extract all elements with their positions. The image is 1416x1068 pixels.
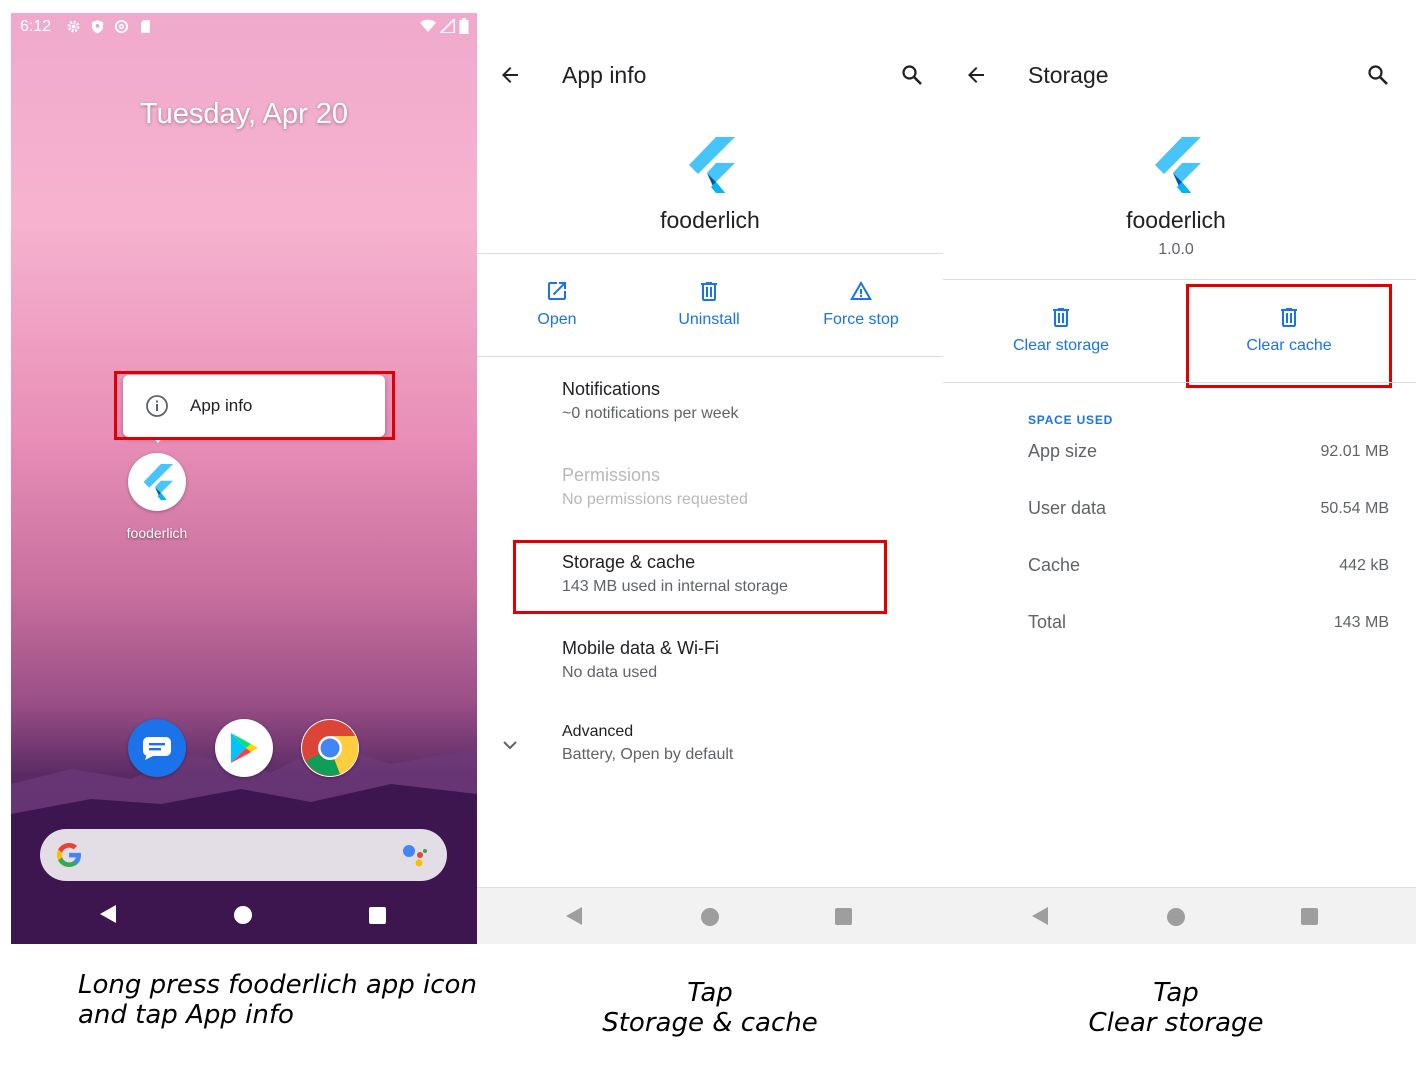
divider — [943, 279, 1416, 280]
nav-back-icon[interactable] — [566, 907, 582, 925]
wifi-icon — [420, 19, 436, 38]
caption-line: Storage & cache — [602, 1008, 818, 1038]
row-subtitle: ~0 notifications per week — [562, 405, 739, 422]
caption-app-info: Tap Storage & cache — [560, 978, 860, 1038]
trash-icon — [701, 282, 717, 301]
highlight-app-info — [114, 371, 395, 440]
row-title: Permissions — [562, 465, 661, 485]
caption-line: Tap — [1153, 978, 1199, 1008]
notifications-row[interactable]: Notifications ~0 notifications per week — [562, 379, 739, 423]
storage-row-value: 442 kB — [1339, 557, 1389, 574]
google-icon — [57, 843, 81, 867]
nav-recents-icon[interactable] — [369, 907, 386, 924]
nav-recents-icon[interactable] — [1301, 908, 1318, 925]
system-nav-bar — [477, 887, 943, 944]
row-subtitle: Battery, Open by default — [562, 746, 734, 763]
storage-row-label: Total — [1028, 612, 1067, 632]
google-search-bar[interactable] — [40, 829, 447, 881]
force-stop-button[interactable]: Force stop — [801, 279, 921, 329]
home-nav-bar — [11, 886, 477, 942]
nav-home-icon[interactable] — [701, 908, 719, 926]
storage-screen: Storage fooderlich 1.0.0 Clear storage C… — [943, 13, 1416, 944]
home-screen: 6:12 Tuesday, Apr 20 App info fooderlich — [11, 13, 477, 944]
caption-home: Long press fooderlich app icon and tap A… — [78, 970, 477, 1030]
permissions-row: Permissions No permissions requested — [562, 465, 748, 509]
shield-icon — [90, 19, 105, 34]
app-version: 1.0.0 — [1158, 241, 1194, 258]
highlight-storage-cache — [513, 540, 887, 614]
signal-icon — [438, 16, 456, 38]
back-arrow-icon[interactable] — [964, 63, 988, 87]
highlight-clear-cache — [1186, 284, 1392, 388]
mobile-data-row[interactable]: Mobile data & Wi-Fi No data used — [562, 638, 719, 682]
flutter-logo-icon — [143, 464, 174, 500]
storage-row-value: 50.54 MB — [1320, 500, 1389, 517]
play-store-icon[interactable] — [215, 719, 273, 777]
open-button[interactable]: Open — [507, 279, 607, 329]
sd-card-icon — [138, 19, 153, 34]
divider — [477, 356, 943, 357]
uninstall-label: Uninstall — [678, 311, 740, 328]
caption-line: and tap App info — [78, 1000, 294, 1030]
search-icon[interactable] — [900, 63, 924, 87]
app-name: fooderlich — [660, 207, 760, 233]
home-date: Tuesday, Apr 20 — [140, 98, 348, 130]
storage-row-label: Cache — [1028, 555, 1081, 575]
caption-line: Tap — [687, 978, 733, 1008]
divider — [477, 253, 943, 254]
flutter-logo-icon — [689, 137, 735, 193]
storage-row-value: 143 MB — [1333, 614, 1389, 631]
uninstall-button[interactable]: Uninstall — [659, 279, 759, 329]
clear-storage-label: Clear storage — [1012, 337, 1110, 354]
open-external-icon — [548, 282, 566, 300]
storage-row-label: App size — [1028, 441, 1098, 461]
caption-line: Clear storage — [1088, 1008, 1264, 1038]
caption-storage: Tap Clear storage — [1026, 978, 1326, 1038]
assistant-icon — [403, 845, 427, 867]
nav-recents-icon[interactable] — [835, 908, 852, 925]
page-title: App info — [562, 62, 647, 88]
app-info-screen: App info fooderlich Open Uninstall Force… — [477, 13, 943, 944]
force-stop-label: Force stop — [823, 311, 899, 328]
row-title: Advanced — [562, 723, 634, 740]
row-subtitle: No permissions requested — [562, 491, 748, 508]
status-time: 6:12 — [20, 18, 52, 35]
status-bar: 6:12 — [11, 13, 477, 41]
nav-back-icon[interactable] — [1032, 907, 1048, 925]
at-icon — [114, 19, 129, 34]
space-used-header: SPACE USED — [1028, 413, 1114, 427]
advanced-row[interactable]: Advanced Battery, Open by default — [562, 723, 733, 764]
open-label: Open — [537, 311, 577, 328]
caption-line: Long press fooderlich app icon — [78, 970, 477, 1000]
clear-storage-button[interactable]: Clear storage — [1001, 305, 1121, 355]
flutter-logo-icon — [1155, 137, 1201, 193]
page-title: Storage — [1028, 62, 1109, 88]
fooderlich-home-icon[interactable] — [128, 453, 186, 511]
row-subtitle: No data used — [562, 664, 658, 681]
nav-home-icon[interactable] — [1167, 908, 1185, 926]
messages-icon[interactable] — [128, 719, 186, 777]
warning-icon — [850, 281, 872, 300]
back-arrow-icon[interactable] — [498, 63, 522, 87]
nav-back-icon[interactable] — [100, 905, 116, 923]
settings-icon — [66, 19, 81, 34]
trash-icon — [1053, 308, 1069, 327]
row-title: Mobile data & Wi-Fi — [562, 638, 720, 658]
divider — [943, 382, 1416, 383]
row-title: Notifications — [562, 379, 661, 399]
storage-row-label: User data — [1028, 498, 1107, 518]
search-icon[interactable] — [1366, 63, 1390, 87]
storage-row-value: 92.01 MB — [1320, 443, 1389, 460]
chevron-down-icon[interactable] — [498, 733, 522, 757]
system-nav-bar — [943, 887, 1416, 944]
battery-icon — [459, 18, 469, 39]
nav-home-icon[interactable] — [234, 906, 252, 924]
fooderlich-home-label: fooderlich — [126, 525, 188, 541]
app-name: fooderlich — [1126, 207, 1226, 233]
chrome-icon[interactable] — [301, 719, 359, 777]
